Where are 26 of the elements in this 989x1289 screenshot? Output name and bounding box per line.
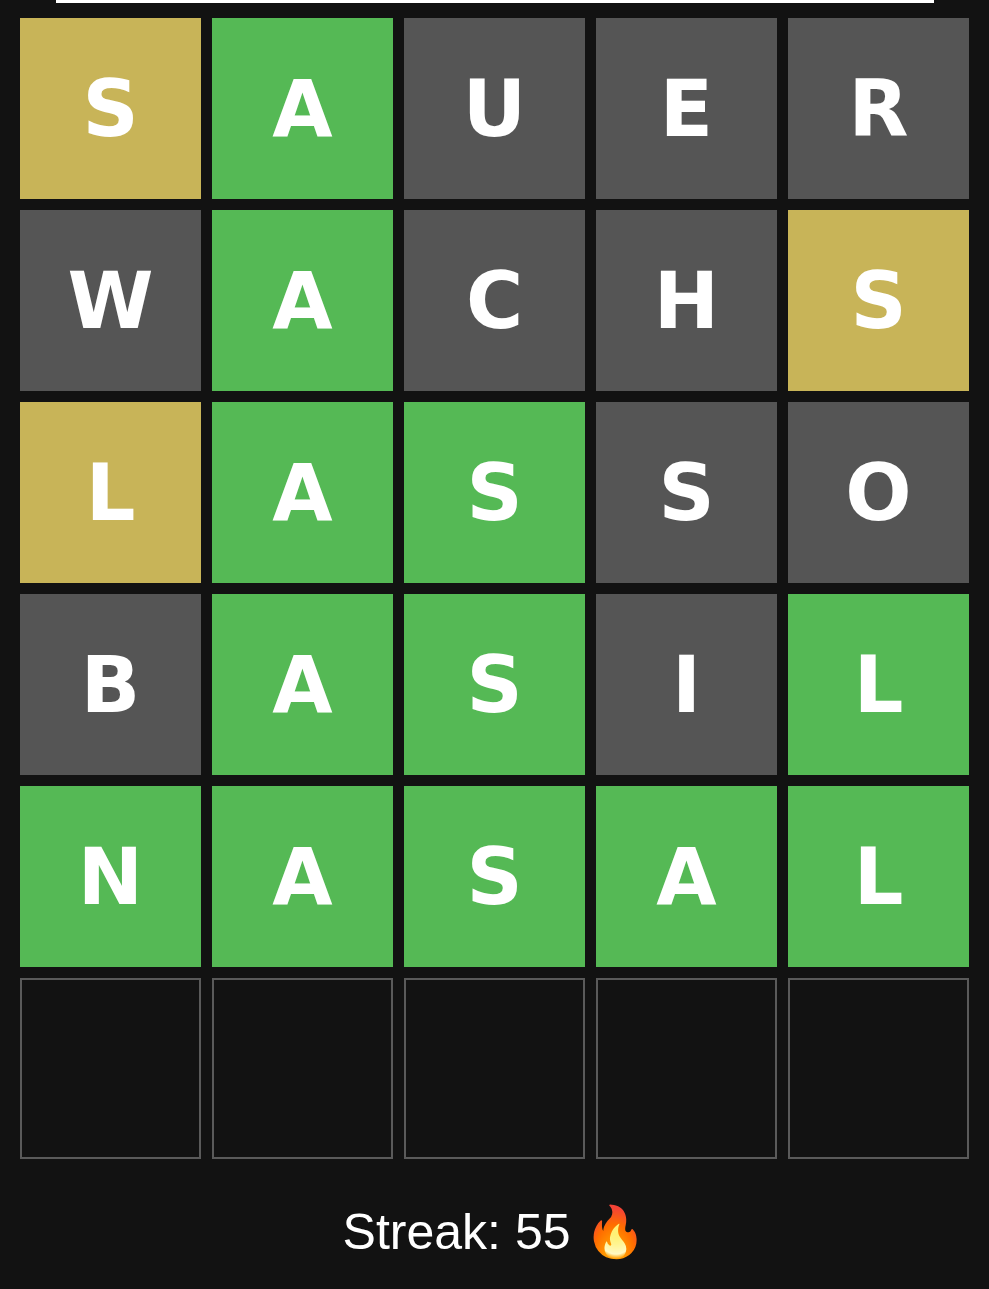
letter-tile: I (596, 594, 777, 775)
letter-tile: S (404, 594, 585, 775)
letter-tile: A (212, 402, 393, 583)
letter-tile: L (788, 594, 969, 775)
streak-counter: Streak: 55 🔥 (342, 1203, 647, 1261)
letter-tile: S (404, 786, 585, 967)
letter-tile: A (212, 786, 393, 967)
letter-tile: A (212, 18, 393, 199)
letter-tile: E (596, 18, 777, 199)
letter-tile: S (20, 18, 201, 199)
letter-tile: O (788, 402, 969, 583)
letter-tile: B (20, 594, 201, 775)
letter-tile: A (212, 210, 393, 391)
letter-tile: S (596, 402, 777, 583)
letter-tile: L (20, 402, 201, 583)
letter-tile: W (20, 210, 201, 391)
letter-tile: A (596, 786, 777, 967)
letter-tile: A (212, 594, 393, 775)
letter-tile: R (788, 18, 969, 199)
letter-tile: H (596, 210, 777, 391)
letter-tile: C (404, 210, 585, 391)
letter-tile: U (404, 18, 585, 199)
letter-tile: N (20, 786, 201, 967)
letter-tile: S (404, 402, 585, 583)
letter-tile: L (788, 786, 969, 967)
letter-tile: S (788, 210, 969, 391)
